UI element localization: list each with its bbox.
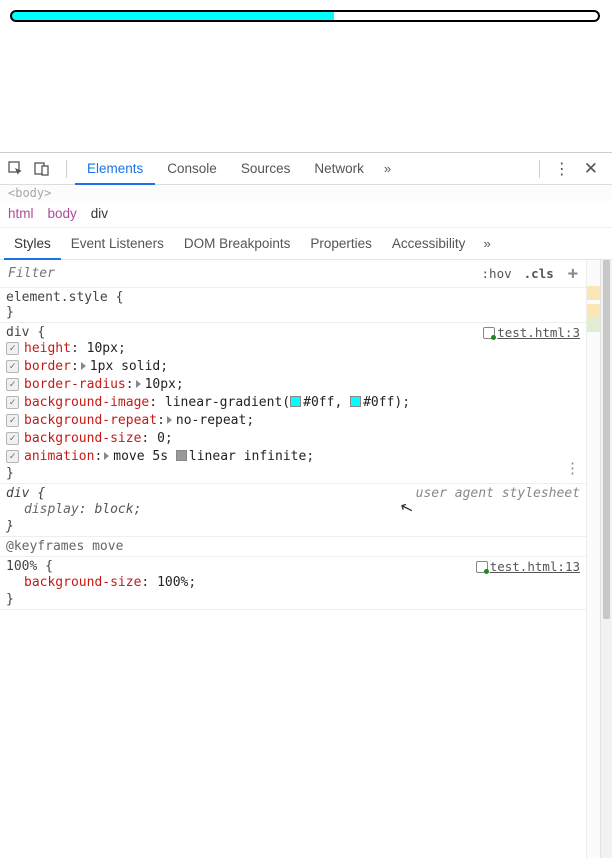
devtools-panel: Elements Console Sources Network » ⋮ ✕ <… [0, 152, 612, 858]
decl-checkbox[interactable] [6, 378, 19, 391]
expand-icon[interactable] [81, 362, 86, 370]
decl-checkbox[interactable] [6, 396, 19, 409]
device-toggle-icon[interactable] [32, 159, 52, 179]
hov-toggle[interactable]: :hov [476, 266, 518, 281]
dom-tree-strip[interactable]: <body> [0, 185, 612, 201]
overview-gutter [586, 260, 600, 858]
styles-subtabs: Styles Event Listeners DOM Breakpoints P… [0, 228, 612, 260]
rule-div[interactable]: test.html:3 div { height: 10px; border:1… [0, 323, 586, 484]
source-text: test.html:13 [490, 559, 580, 574]
rule-keyframe-100[interactable]: test.html:13 100% { background-size: 100… [0, 557, 586, 610]
styles-panel: :hov .cls + element.style { } test.html:… [0, 260, 612, 858]
devtools-toolbar: Elements Console Sources Network » ⋮ ✕ [0, 153, 612, 185]
source-text: test.html:3 [497, 325, 580, 340]
expand-icon[interactable] [104, 452, 109, 460]
subtabs-overflow-icon[interactable]: » [475, 236, 498, 251]
easing-swatch-icon[interactable] [176, 450, 187, 461]
subtab-properties[interactable]: Properties [300, 228, 382, 260]
expand-icon[interactable] [136, 380, 141, 388]
brace-open: { [37, 325, 45, 340]
decl-kf-background-size[interactable]: background-size: 100%; [6, 574, 580, 592]
decl-display: display: block; [6, 501, 580, 519]
ua-stylesheet-label: user agent stylesheet [416, 486, 580, 501]
brace-close: } [6, 466, 14, 481]
toolbar-separator [539, 160, 540, 178]
scrollbar-thumb[interactable] [603, 260, 610, 619]
tab-sources[interactable]: Sources [229, 153, 303, 185]
subtab-styles[interactable]: Styles [4, 228, 61, 260]
rule-selector[interactable]: 100% [6, 559, 37, 574]
subtab-accessibility[interactable]: Accessibility [382, 228, 476, 260]
keyframes-header[interactable]: @keyframes move [0, 537, 586, 557]
decl-border[interactable]: border:1px solid; [6, 358, 580, 376]
styles-main: :hov .cls + element.style { } test.html:… [0, 260, 586, 858]
tab-network[interactable]: Network [302, 153, 376, 185]
dom-body-tag[interactable]: <body> [8, 186, 51, 200]
close-icon[interactable]: ✕ [576, 159, 606, 179]
source-link[interactable]: test.html:13 [476, 559, 580, 574]
decl-checkbox[interactable] [6, 450, 19, 463]
decl-checkbox[interactable] [6, 414, 19, 427]
styles-filter-input[interactable] [0, 266, 476, 281]
rule-selector[interactable]: element.style [6, 290, 108, 305]
new-style-rule-button[interactable]: + [560, 264, 586, 284]
decl-border-radius[interactable]: border-radius:10px; [6, 376, 580, 394]
brace-close: } [6, 305, 14, 320]
inspect-icon[interactable] [6, 159, 26, 179]
breadcrumb-item[interactable]: html [8, 206, 34, 221]
decl-checkbox[interactable] [6, 432, 19, 445]
decl-background-size[interactable]: background-size: 0; [6, 430, 580, 448]
page-viewport [0, 0, 612, 30]
rule-menu-icon[interactable]: ⋮ [565, 459, 580, 477]
color-swatch-icon[interactable] [350, 396, 361, 407]
brace-open: { [116, 290, 124, 305]
tab-elements[interactable]: Elements [75, 153, 155, 185]
rule-div-ua[interactable]: user agent stylesheet div { display: blo… [0, 484, 586, 537]
breadcrumb: html body div [0, 201, 612, 228]
styles-filter-row: :hov .cls + [0, 260, 586, 288]
rule-element-style[interactable]: element.style { } [0, 288, 586, 323]
decl-checkbox[interactable] [6, 360, 19, 373]
subtab-event-listeners[interactable]: Event Listeners [61, 228, 174, 260]
file-icon [483, 327, 495, 339]
source-link[interactable]: test.html:3 [483, 325, 580, 340]
scrollbar[interactable] [600, 260, 612, 858]
decl-background-image[interactable]: background-image: linear-gradient(#0ff, … [6, 394, 580, 412]
devtools-menu-icon[interactable]: ⋮ [548, 159, 576, 179]
expand-icon[interactable] [167, 416, 172, 424]
rule-selector[interactable]: div [6, 325, 29, 340]
tabs-overflow-icon[interactable]: » [376, 161, 399, 176]
cls-toggle[interactable]: .cls [518, 266, 560, 281]
color-swatch-icon[interactable] [290, 396, 301, 407]
file-icon [476, 561, 488, 573]
subtab-dom-breakpoints[interactable]: DOM Breakpoints [174, 228, 301, 260]
tab-console[interactable]: Console [155, 153, 229, 185]
brace-close: } [6, 519, 14, 534]
breadcrumb-item[interactable]: div [91, 206, 108, 221]
decl-background-repeat[interactable]: background-repeat:no-repeat; [6, 412, 580, 430]
toolbar-separator [66, 160, 67, 178]
progress-bar [10, 10, 600, 22]
decl-checkbox[interactable] [6, 342, 19, 355]
brace-close: } [6, 592, 14, 607]
rule-selector: div [6, 486, 29, 501]
breadcrumb-item[interactable]: body [48, 206, 77, 221]
decl-animation[interactable]: animation:move 5s linear infinite; [6, 448, 580, 466]
decl-height[interactable]: height: 10px; [6, 340, 580, 358]
